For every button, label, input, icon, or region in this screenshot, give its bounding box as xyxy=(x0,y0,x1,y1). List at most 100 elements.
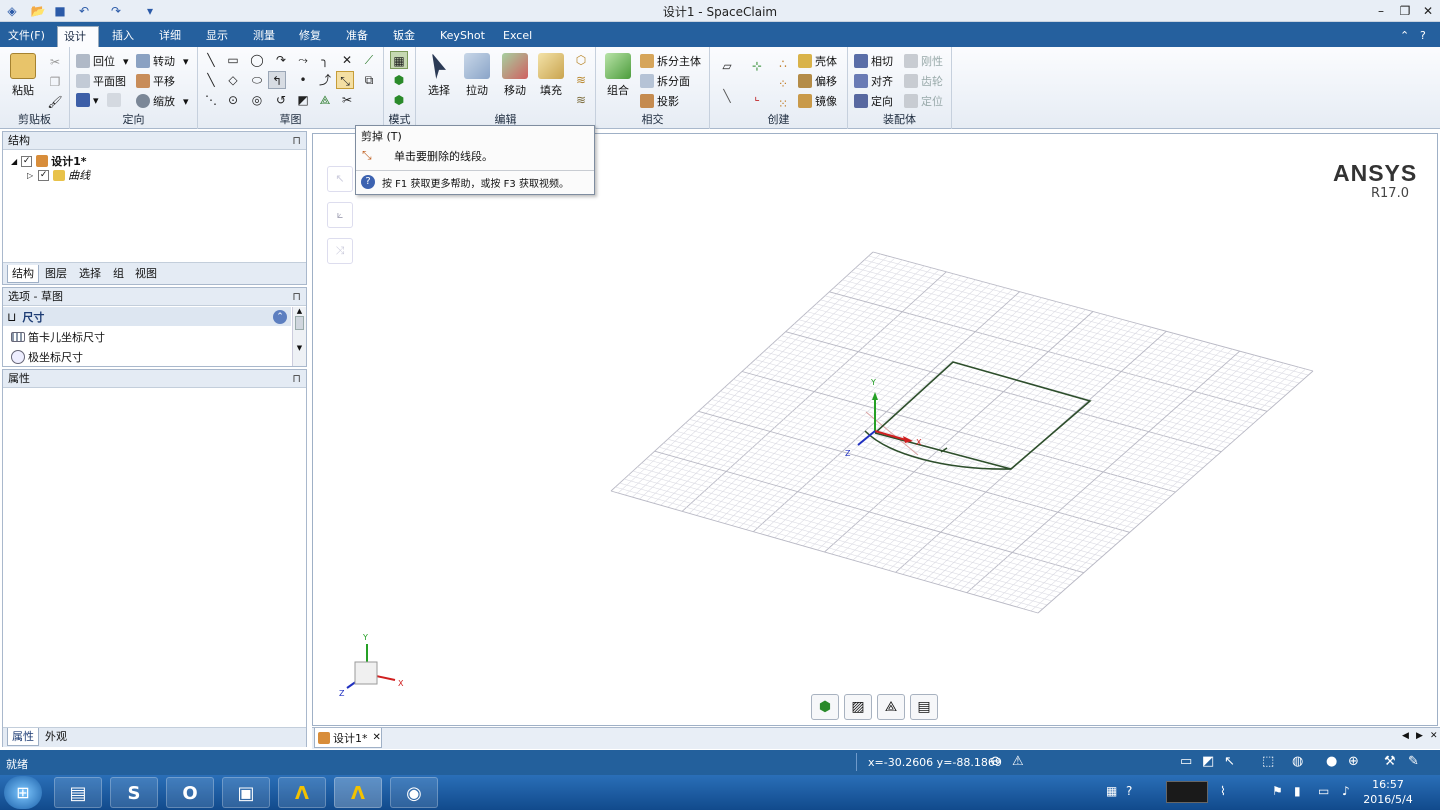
pin-icon[interactable]: ⊓ xyxy=(292,132,301,149)
stack-icon[interactable]: ≋ xyxy=(572,91,590,109)
sweep-arc-icon[interactable]: ↰ xyxy=(268,71,286,89)
tab-design[interactable]: 设计 xyxy=(57,26,99,47)
close-icon[interactable]: ✕ xyxy=(1417,2,1439,20)
paste-button[interactable]: 粘贴 xyxy=(8,53,38,98)
tab-views[interactable]: 视图 xyxy=(131,265,161,283)
collapse-icon[interactable]: ◢ xyxy=(11,157,17,166)
orient-button[interactable]: 定向 xyxy=(854,93,893,109)
align-button[interactable]: 对齐 xyxy=(854,73,893,89)
start-icon[interactable]: ⊞ xyxy=(4,776,42,809)
volume-tray-icon[interactable]: ♪ xyxy=(1342,784,1350,798)
expand-icon[interactable]: ▷ xyxy=(27,171,33,180)
tree-child[interactable]: ▷ ✓ 曲线 xyxy=(27,167,90,183)
options-scrollbar[interactable]: ▲ ▼ xyxy=(292,307,306,366)
circle-icon[interactable]: ◯ xyxy=(248,51,266,69)
doc-tab-design1[interactable]: 设计1* ✕ xyxy=(314,728,382,748)
close-tab-icon[interactable]: ✕ xyxy=(373,732,381,743)
tab-excel[interactable]: Excel xyxy=(497,26,538,47)
split-face-button[interactable]: 拆分面 xyxy=(640,73,690,89)
tab-properties[interactable]: 属性 xyxy=(7,728,39,746)
tab-layers[interactable]: 图层 xyxy=(41,265,71,283)
trim-corner-icon[interactable]: ✕ xyxy=(338,51,356,69)
network-meter-icon[interactable] xyxy=(1166,781,1208,803)
sketch-mode-icon[interactable]: ▦ xyxy=(390,51,408,69)
extend-icon[interactable]: ⤴ xyxy=(316,71,334,89)
help-icon[interactable]: ? xyxy=(1414,26,1432,47)
restore-icon[interactable]: ❐ xyxy=(1394,2,1416,20)
line-icon[interactable]: ╲ xyxy=(202,51,220,69)
pin-icon[interactable]: ⊓ xyxy=(292,370,301,387)
tab-repair[interactable]: 修复 xyxy=(293,26,327,47)
monitor-tray-icon[interactable]: ▭ xyxy=(1318,784,1329,798)
tab-sheetmetal[interactable]: 钣金 xyxy=(387,26,421,47)
clock-time[interactable]: 16:57 xyxy=(1366,778,1410,791)
three-point-rect-icon[interactable]: ⊙ xyxy=(224,91,242,109)
cartesian-dimension-option[interactable]: 笛卡儿坐标尺寸 xyxy=(11,329,105,345)
spin-button[interactable]: 转动 ▾ xyxy=(136,53,189,69)
select-button[interactable]: 选择 xyxy=(424,53,454,98)
tab-close-all-icon[interactable]: ✕ xyxy=(1430,731,1438,741)
view-cube-button[interactable]: ▾ xyxy=(76,93,124,107)
combine-button[interactable]: 组合 xyxy=(600,53,636,98)
tab-file[interactable]: 文件(F) xyxy=(2,26,51,47)
point-icon[interactable]: • xyxy=(294,71,312,89)
axis-point-icon[interactable]: ⊹ xyxy=(748,57,766,75)
circular-pattern-icon[interactable]: ⁘ xyxy=(774,75,792,93)
status-compass-icon[interactable]: ◍ xyxy=(1292,754,1303,769)
tab-detail[interactable]: 详细 xyxy=(153,26,187,47)
status-warning-icon[interactable]: ⚠ xyxy=(1012,754,1024,769)
trim-away-icon[interactable]: ⤡ xyxy=(336,71,354,89)
triad-cube-icon[interactable] xyxy=(354,661,378,685)
project-curve-icon[interactable]: ⟁ xyxy=(316,91,334,109)
copy-icon[interactable]: ❐ xyxy=(46,73,64,91)
skype-taskbar-icon[interactable]: S xyxy=(110,777,158,808)
select-tool-icon[interactable]: ↖ xyxy=(327,166,353,192)
3d-viewport[interactable]: Y X Z Y X Z ANSYS R17.0 ↖ ⟀ ⤨ ⬢ ▨ ⟁ ▤ xyxy=(312,133,1438,726)
status-selection-filter-icon[interactable]: ▭ xyxy=(1180,754,1192,769)
plan-view-icon[interactable]: ▤ xyxy=(910,694,938,720)
format-painter-icon[interactable]: 🖌 xyxy=(46,93,64,111)
spline-icon[interactable]: ⤳ xyxy=(294,51,312,69)
status-stop-icon[interactable]: ⊖ xyxy=(990,754,1001,769)
pull-button[interactable]: 拉动 xyxy=(460,53,494,98)
dimension-tool-icon[interactable]: ⟀ xyxy=(327,202,353,228)
polygon-icon[interactable]: ◇ xyxy=(224,71,242,89)
mirror-button[interactable]: 镜像 xyxy=(798,93,837,109)
fillet-icon[interactable]: ╮ xyxy=(316,51,334,69)
pattern-icon[interactable]: ∴ xyxy=(774,55,792,73)
construction-line-icon[interactable]: ⋱ xyxy=(202,91,220,109)
battery-tray-icon[interactable]: ▮ xyxy=(1294,784,1301,798)
move-tool-icon[interactable]: ⤨ xyxy=(327,238,353,264)
move-grid-icon[interactable]: ⧉ xyxy=(360,71,378,89)
tab-measure[interactable]: 测量 xyxy=(247,26,281,47)
face-curve-icon[interactable]: ◩ xyxy=(294,91,312,109)
explorer-taskbar-icon[interactable]: ▤ xyxy=(54,777,102,808)
tab-structure[interactable]: 结构 xyxy=(7,265,39,283)
tab-insert[interactable]: 插入 xyxy=(106,26,140,47)
zoom-button[interactable]: 缩放 ▾ xyxy=(136,93,189,109)
fill-button[interactable]: 填充 xyxy=(534,53,568,98)
status-material-icon[interactable]: ● xyxy=(1326,754,1337,769)
pan-button[interactable]: 平移 xyxy=(136,73,175,89)
spaceclaim-taskbar-icon[interactable]: Λ xyxy=(334,777,382,808)
media-taskbar-icon[interactable]: ◉ xyxy=(390,777,438,808)
keyboard-tray-icon[interactable]: ▦ xyxy=(1106,784,1117,798)
status-box-select-icon[interactable]: ⬚ xyxy=(1262,754,1274,769)
collapse-section-icon[interactable]: ⌃ xyxy=(273,309,287,324)
rectangle-icon[interactable]: ▭ xyxy=(224,51,242,69)
move-grid-icon[interactable]: ⟁ xyxy=(877,694,905,720)
shell-button[interactable]: 壳体 xyxy=(798,53,837,69)
status-view-icon[interactable]: ◩ xyxy=(1202,754,1214,769)
gear-button[interactable]: 齿轮 xyxy=(904,73,943,89)
section-mode-icon[interactable]: ⬢ xyxy=(390,71,408,89)
select-new-sketch-plane-icon[interactable]: ▨ xyxy=(844,694,872,720)
project-button[interactable]: 投影 xyxy=(640,93,679,109)
three-point-circle-icon[interactable]: ◎ xyxy=(248,91,266,109)
status-select-icon[interactable]: ↖ xyxy=(1224,754,1235,769)
layers-icon[interactable]: ≋ xyxy=(572,71,590,89)
help-tray-icon[interactable]: ? xyxy=(1126,784,1132,798)
line-axis-icon[interactable]: ╲ xyxy=(718,87,736,105)
three-point-arc-icon[interactable]: ↺ xyxy=(272,91,290,109)
flag-tray-icon[interactable]: ⚑ xyxy=(1272,784,1283,798)
status-pen-icon[interactable]: ✎ xyxy=(1408,754,1419,769)
